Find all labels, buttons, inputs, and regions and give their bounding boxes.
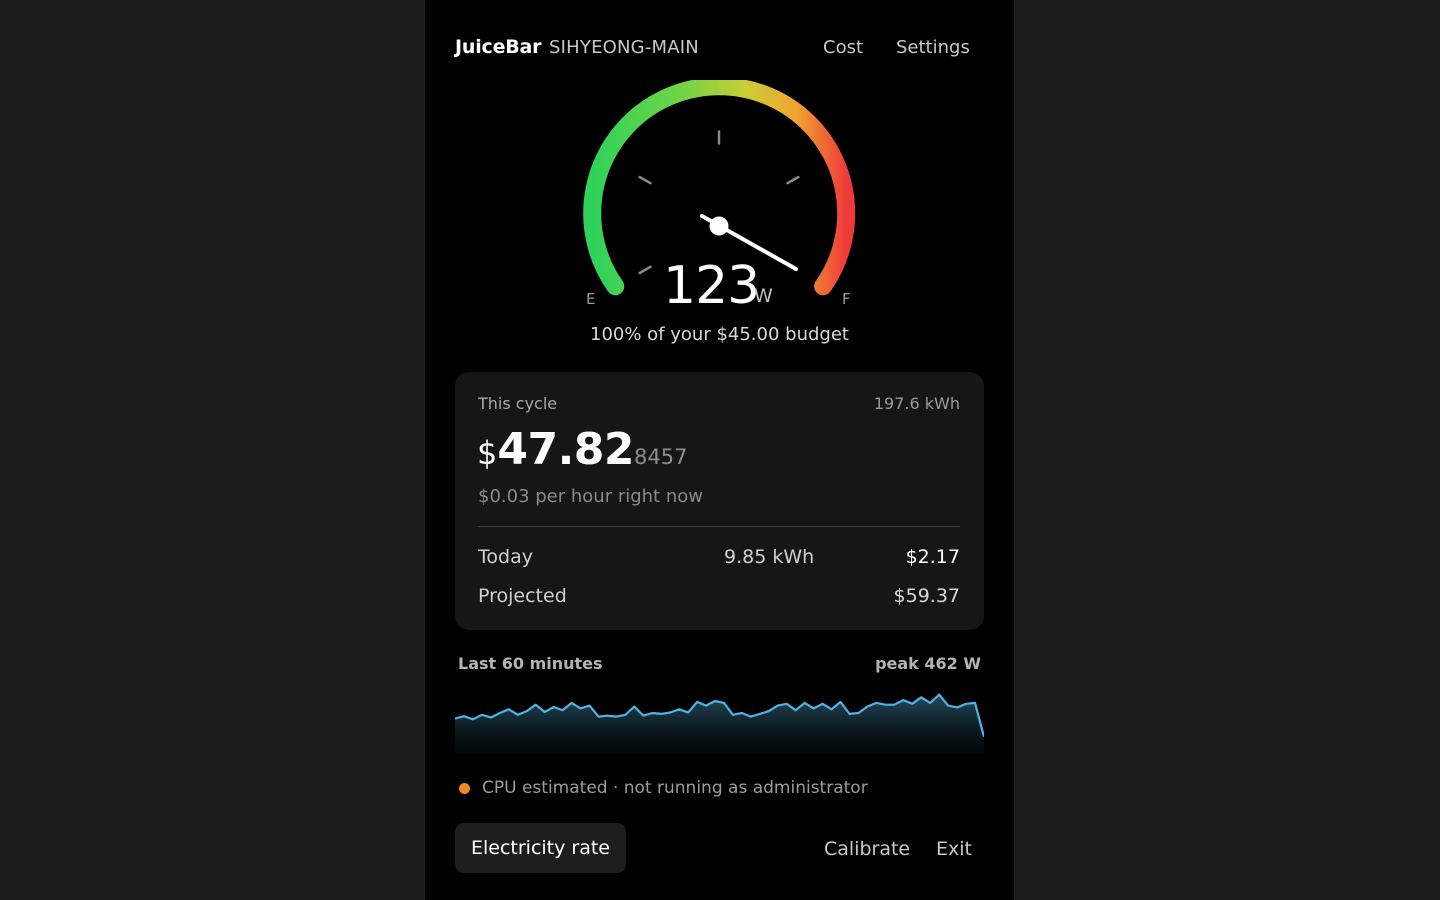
gauge-tick <box>786 175 800 185</box>
cycle-cost-fraction: 8457 <box>634 445 688 469</box>
settings-link[interactable]: Settings <box>896 37 970 58</box>
cycle-cost-main: 47.82 <box>497 424 635 475</box>
history-area <box>455 694 984 754</box>
header: JuiceBar SIHYEONG-MAIN Cost Settings <box>455 36 975 62</box>
gauge-full-label: F <box>842 290 851 308</box>
app-title: JuiceBar <box>455 36 542 58</box>
device-name: SIHYEONG-MAIN <box>549 37 699 58</box>
projected-label: Projected <box>478 585 567 607</box>
cycle-kwh: 197.6 kWh <box>873 394 960 413</box>
gauge-tick <box>638 265 652 275</box>
power-gauge: 123 W E F <box>425 80 1014 320</box>
cycle-label: This cycle <box>478 394 558 413</box>
cycle-card: This cycle 197.6 kWh $47.828457 $0.03 pe… <box>455 372 984 630</box>
today-label: Today <box>478 546 533 568</box>
divider <box>478 526 960 527</box>
history-chart: Last 60 minutes peak 462 W <box>455 652 984 762</box>
projected-cost: $59.37 <box>893 585 960 607</box>
history-sparkline <box>455 693 984 754</box>
today-row: Today 9.85 kWh $2.17 <box>478 546 960 572</box>
cycle-cost: $47.828457 <box>477 424 688 475</box>
history-label: Last 60 minutes <box>458 654 603 673</box>
app-window: JuiceBar SIHYEONG-MAIN Cost Settings 123… <box>425 0 1014 900</box>
gauge-empty-label: E <box>586 290 596 308</box>
power-value: 123 <box>663 256 760 316</box>
electricity-rate-button[interactable]: Electricity rate <box>455 823 626 873</box>
gauge-tick <box>638 175 652 185</box>
currency-symbol: $ <box>477 434 498 472</box>
status-text: CPU estimated · not running as administr… <box>482 778 868 798</box>
gauge-hub <box>709 216 729 236</box>
exit-button[interactable]: Exit <box>936 838 972 860</box>
cost-link[interactable]: Cost <box>823 37 863 58</box>
projected-row: Projected $59.37 <box>478 585 960 611</box>
today-cost: $2.17 <box>905 546 960 568</box>
hourly-rate: $0.03 per hour right now <box>478 486 703 507</box>
power-unit: W <box>754 285 773 307</box>
budget-text: 100% of your $45.00 budget <box>590 324 849 345</box>
today-kwh: 9.85 kWh <box>724 546 815 568</box>
warning-dot-icon <box>459 783 470 794</box>
history-peak: peak 462 W <box>875 654 981 673</box>
calibrate-button[interactable]: Calibrate <box>824 838 910 860</box>
